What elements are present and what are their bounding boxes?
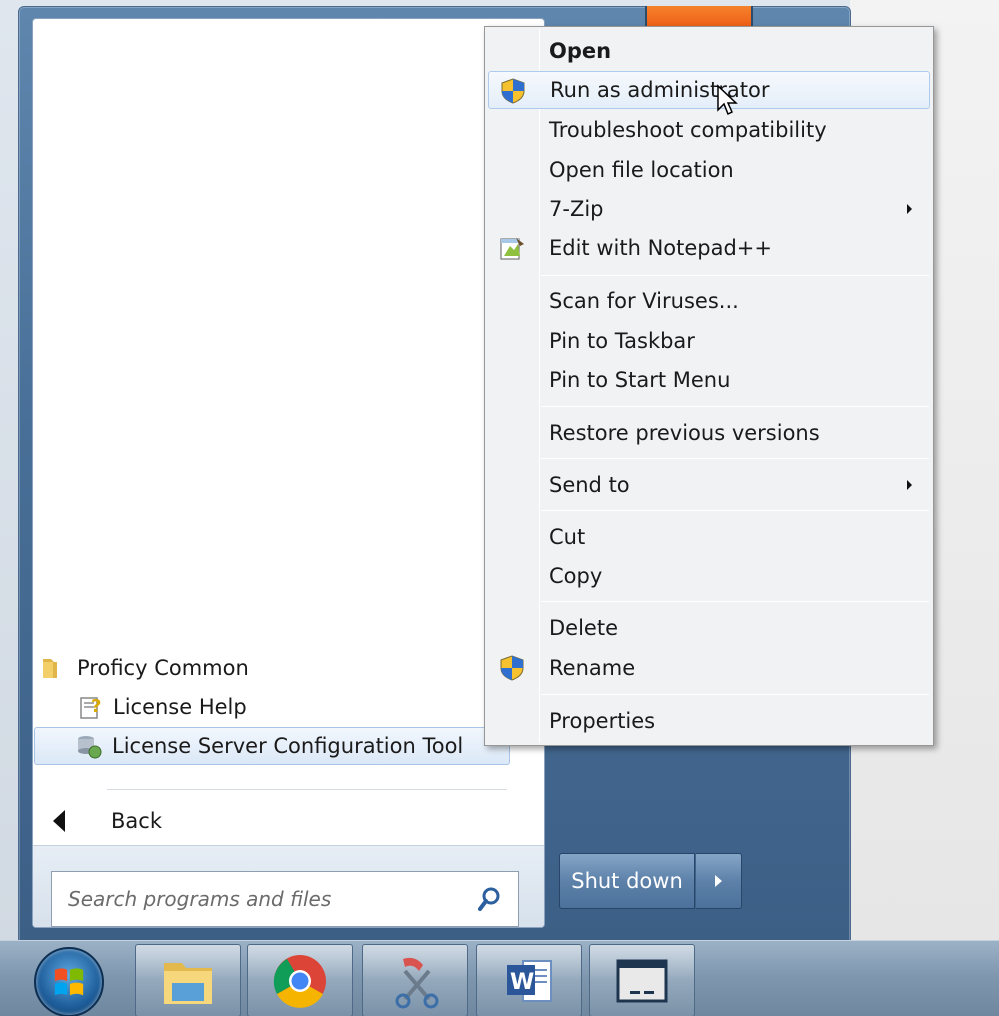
back-button[interactable]: Back xyxy=(47,801,347,841)
search-icon[interactable] xyxy=(478,886,502,912)
menu-separator xyxy=(541,694,929,695)
menu-item-label: Scan for Viruses... xyxy=(549,289,739,313)
shutdown-options-button[interactable] xyxy=(696,853,742,909)
separator xyxy=(107,789,507,790)
menu-item-troubleshoot-compatibility[interactable]: Troubleshoot compatibility xyxy=(488,111,930,149)
taskbar-window-button[interactable] xyxy=(589,944,695,1016)
menu-item-label: Restore previous versions xyxy=(549,421,820,445)
snipping-tool-icon xyxy=(395,957,439,1008)
program-label: License Server Configuration Tool xyxy=(112,734,464,758)
back-arrow-icon xyxy=(53,810,65,832)
menu-item-label: Troubleshoot compatibility xyxy=(549,118,827,142)
svg-text:?: ? xyxy=(91,696,101,717)
menu-item-open[interactable]: Open xyxy=(488,32,930,70)
taskbar-snipping-button[interactable] xyxy=(362,944,468,1016)
menu-separator xyxy=(541,406,929,407)
window-app-icon xyxy=(616,959,668,1002)
svg-text:W: W xyxy=(510,970,534,995)
program-license-help[interactable]: ? License Help xyxy=(75,688,495,726)
menu-item-send-to[interactable]: Send to xyxy=(488,466,930,504)
menu-item-label: Cut xyxy=(549,525,586,549)
program-license-server-configuration-tool[interactable]: License Server Configuration Tool xyxy=(34,727,510,765)
menu-item-label: Rename xyxy=(549,656,636,680)
shutdown-label: Shut down xyxy=(571,869,683,893)
taskbar: W xyxy=(0,940,999,1016)
program-folder-proficy-common[interactable]: Proficy Common xyxy=(39,649,509,687)
submenu-arrow-icon xyxy=(907,480,912,490)
menu-item-label: Delete xyxy=(549,616,618,640)
menu-separator xyxy=(541,510,929,511)
license-server-icon xyxy=(78,736,102,759)
menu-item-label: Open xyxy=(549,39,612,63)
menu-item-pin-to-start-menu[interactable]: Pin to Start Menu xyxy=(488,361,930,399)
menu-separator xyxy=(541,458,929,459)
chrome-icon xyxy=(273,954,326,1008)
menu-item-restore-previous-versions[interactable]: Restore previous versions xyxy=(488,414,930,452)
program-label: Proficy Common xyxy=(77,656,249,680)
search-area xyxy=(33,845,544,927)
user-picture-tile xyxy=(645,6,753,28)
taskbar-explorer-button[interactable] xyxy=(135,944,241,1016)
menu-item-label: Open file location xyxy=(549,158,734,182)
context-menu: Open Run as administrator Troubleshoot c… xyxy=(484,26,934,746)
taskbar-word-button[interactable]: W xyxy=(476,944,582,1016)
programs-pane: Proficy Common ? License Help License Se… xyxy=(32,18,545,928)
help-file-icon: ? xyxy=(80,696,101,719)
menu-item-7zip[interactable]: 7-Zip xyxy=(488,190,930,228)
menu-item-label: 7-Zip xyxy=(549,197,604,221)
search-input[interactable] xyxy=(68,887,468,911)
menu-separator xyxy=(541,601,929,602)
start-button[interactable] xyxy=(34,947,104,1016)
word-icon: W xyxy=(507,959,552,1002)
mouse-cursor-icon xyxy=(717,84,738,116)
menu-item-open-file-location[interactable]: Open file location xyxy=(488,151,930,189)
chevron-right-icon xyxy=(715,875,722,887)
search-box[interactable] xyxy=(51,871,519,927)
menu-item-properties[interactable]: Properties xyxy=(488,702,930,740)
back-label: Back xyxy=(111,809,162,833)
menu-item-delete[interactable]: Delete xyxy=(488,609,930,647)
menu-item-label: Pin to Start Menu xyxy=(549,368,731,392)
menu-item-pin-to-taskbar[interactable]: Pin to Taskbar xyxy=(488,322,930,360)
menu-item-rename[interactable]: Rename xyxy=(488,649,930,687)
program-label: License Help xyxy=(113,695,247,719)
menu-separator xyxy=(541,275,929,276)
submenu-arrow-icon xyxy=(907,204,912,214)
menu-item-label: Send to xyxy=(549,473,630,497)
shutdown-button[interactable]: Shut down xyxy=(559,853,695,909)
menu-item-label: Pin to Taskbar xyxy=(549,329,695,353)
menu-item-cut[interactable]: Cut xyxy=(488,518,930,556)
uac-shield-icon xyxy=(501,78,525,104)
windows-explorer-icon xyxy=(164,962,212,1004)
menu-item-copy[interactable]: Copy xyxy=(488,557,930,595)
menu-item-label: Edit with Notepad++ xyxy=(549,236,773,260)
menu-item-scan-for-viruses[interactable]: Scan for Viruses... xyxy=(488,282,930,320)
menu-item-run-as-administrator[interactable]: Run as administrator xyxy=(488,71,930,109)
menu-item-label: Copy xyxy=(549,564,603,588)
windows-logo-icon xyxy=(54,968,84,996)
folder-icon xyxy=(43,659,57,678)
uac-shield-icon xyxy=(500,655,524,681)
menu-item-label: Properties xyxy=(549,709,656,733)
menu-item-edit-with-notepad[interactable]: Edit with Notepad++ xyxy=(488,229,930,267)
taskbar-chrome-button[interactable] xyxy=(247,944,353,1016)
notepad-plus-plus-icon xyxy=(500,238,524,260)
